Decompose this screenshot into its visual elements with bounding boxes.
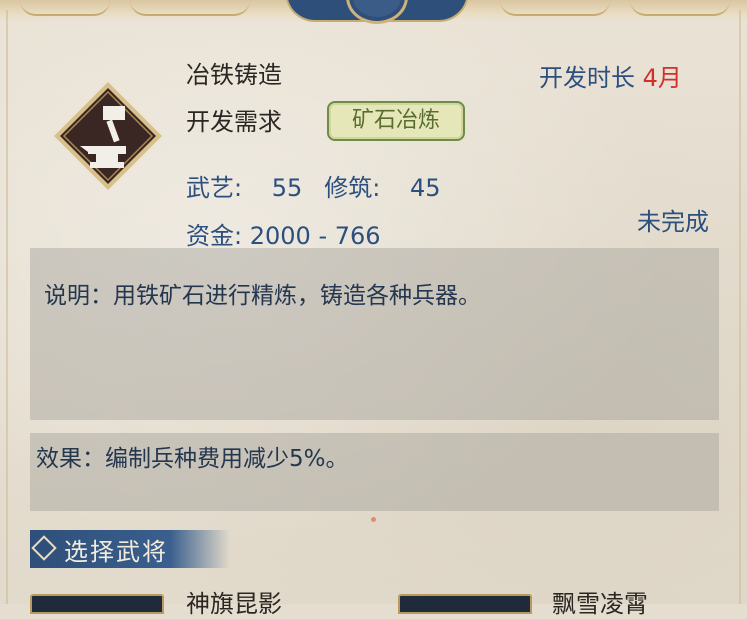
funds-requirement: 资金: 2000 - 766 bbox=[186, 216, 381, 251]
tech-name: 冶铁铸造 bbox=[186, 61, 282, 89]
funds-label: 资金: bbox=[186, 222, 243, 250]
build-stat: 修筑: 45 bbox=[324, 174, 441, 202]
general-card[interactable] bbox=[30, 594, 164, 614]
general-card[interactable] bbox=[398, 594, 532, 614]
general-name[interactable]: 飘雪凌霄 bbox=[552, 584, 648, 619]
funds-value: 2000 - 766 bbox=[249, 222, 381, 250]
stat-requirements: 武艺: 55 修筑: 45 bbox=[186, 168, 441, 203]
tech-detail-panel: 冶铁铸造 开发需求 矿石冶炼 开发时长 4月 武艺: 55 修筑: 45 资金: … bbox=[0, 0, 747, 618]
description-box: 说明：用铁矿石进行精炼，铸造各种兵器。 bbox=[30, 248, 719, 420]
right-frame-line bbox=[739, 10, 741, 604]
dev-time: 开发时长 4月 bbox=[539, 58, 682, 93]
page-indicator-dot bbox=[371, 517, 376, 522]
status-label: 未完成 bbox=[637, 208, 709, 236]
requirement-label: 开发需求 bbox=[186, 108, 282, 136]
martial-stat: 武艺: 55 bbox=[186, 174, 303, 202]
section-title: 选择武将 bbox=[64, 538, 168, 566]
effect-text: 效果：编制兵种费用减少5%。 bbox=[36, 446, 349, 472]
effect-box: 效果：编制兵种费用减少5%。 bbox=[30, 433, 719, 511]
requirement-badge[interactable]: 矿石冶炼 bbox=[327, 101, 465, 141]
general-name[interactable]: 神旗昆影 bbox=[186, 584, 282, 619]
dev-time-label: 开发时长 bbox=[539, 64, 635, 92]
anvil-hammer-icon bbox=[52, 80, 164, 192]
dev-time-value: 4月 bbox=[642, 64, 682, 92]
left-frame-line bbox=[6, 10, 8, 604]
description-text: 说明：用铁矿石进行精炼，铸造各种兵器。 bbox=[44, 283, 481, 309]
